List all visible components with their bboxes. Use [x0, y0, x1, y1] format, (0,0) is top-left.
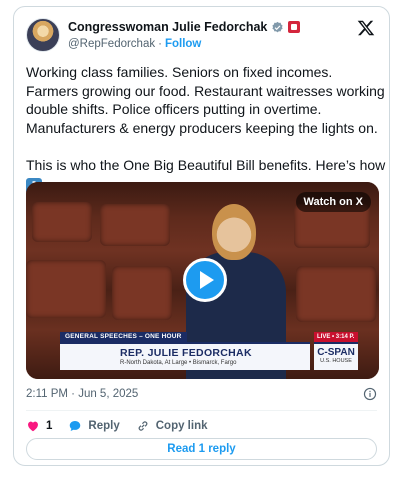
author-handle[interactable]: @RepFedorchak: [68, 38, 155, 50]
chamber-seat: [112, 266, 172, 320]
lower-third-tag: GENERAL SPEECHES – ONE HOUR: [60, 332, 187, 342]
verified-icon: [272, 21, 283, 32]
live-badge: LIVE • 3:14 P.: [314, 332, 358, 342]
chamber-seat: [296, 266, 376, 322]
video-player[interactable]: Watch on X GENERAL SPEECHES – ONE HOUR R…: [26, 182, 379, 379]
copy-link-button[interactable]: Copy link: [136, 419, 208, 433]
play-icon: [200, 271, 214, 289]
heart-icon: [28, 421, 38, 432]
tweet-text: Working class families. Seniors on fixed…: [26, 63, 386, 194]
like-count: 1: [46, 420, 53, 432]
action-bar: 1 Reply Copy link: [26, 419, 208, 433]
tweet-body: Working class families. Seniors on fixed…: [26, 64, 386, 173]
chamber-seat: [32, 202, 92, 242]
affiliation-badge-icon: [288, 21, 301, 33]
follow-button[interactable]: Follow: [165, 38, 201, 50]
watch-on-x-badge[interactable]: Watch on X: [295, 192, 371, 212]
reply-label: Reply: [88, 420, 120, 432]
speaker-head: [212, 204, 256, 260]
tweet-card: Congresswoman Julie Fedorchak @RepFedorc…: [13, 6, 390, 466]
cspan-lower-third: GENERAL SPEECHES – ONE HOUR REP. JULIE F…: [60, 332, 372, 372]
lower-third-main: REP. JULIE FEDORCHAK R-North Dakota, At …: [60, 342, 310, 370]
chamber-seat: [26, 260, 106, 318]
chamber-seat: [100, 204, 170, 246]
cspan-name: C-SPAN: [317, 347, 355, 358]
author-name-row: Congresswoman Julie Fedorchak: [68, 20, 301, 34]
cspan-sub: U.S. HOUSE: [320, 358, 352, 364]
cspan-logo: C-SPAN U.S. HOUSE: [314, 342, 358, 370]
play-button[interactable]: [183, 258, 227, 302]
info-icon[interactable]: [363, 387, 377, 401]
reply-bubble-icon: [70, 421, 81, 431]
like-button[interactable]: 1: [26, 419, 52, 433]
reply-button[interactable]: Reply: [68, 419, 120, 433]
avatar[interactable]: [26, 18, 60, 52]
handle-row: @RepFedorchak · Follow: [68, 38, 201, 50]
separator-dot: ·: [158, 38, 162, 50]
lower-third-name: REP. JULIE FEDORCHAK: [120, 347, 252, 359]
display-name[interactable]: Congresswoman Julie Fedorchak: [68, 20, 267, 34]
divider: [26, 410, 377, 411]
lower-third-subtitle: R-North Dakota, At Large • Bismarck, Far…: [120, 360, 237, 366]
link-icon: [138, 421, 148, 431]
tweet-timestamp[interactable]: 2:11 PM · Jun 5, 2025: [26, 388, 138, 400]
copy-link-label: Copy link: [155, 420, 208, 432]
x-logo-icon[interactable]: [357, 19, 375, 37]
read-replies-button[interactable]: Read 1 reply: [26, 438, 377, 460]
